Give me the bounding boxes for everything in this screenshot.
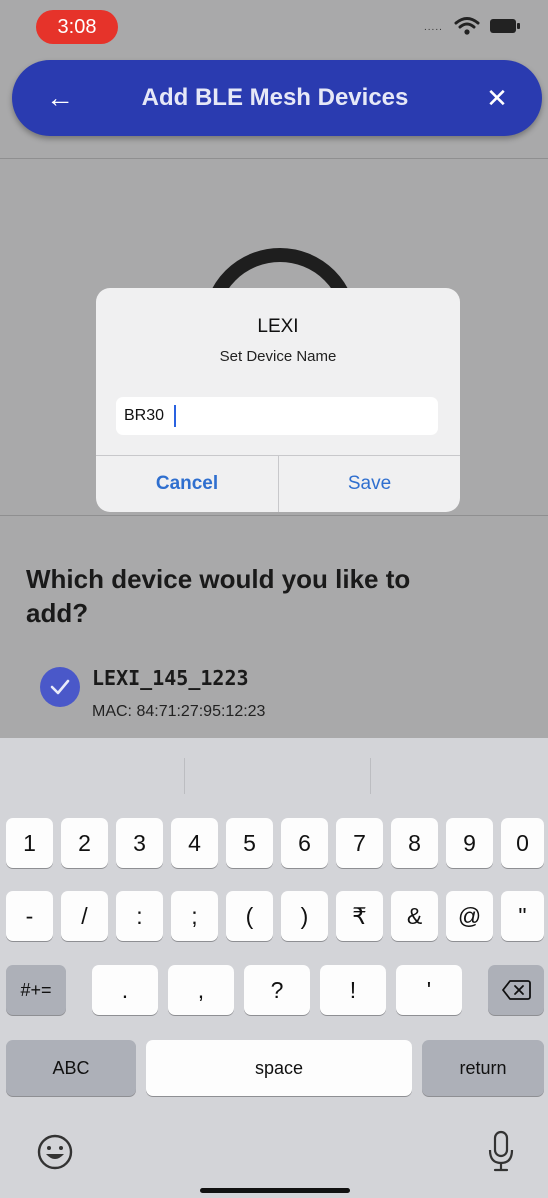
cancel-button[interactable]: Cancel bbox=[96, 456, 278, 512]
key[interactable]: 8 bbox=[391, 818, 438, 868]
key[interactable]: / bbox=[61, 891, 108, 941]
key[interactable]: . bbox=[92, 965, 158, 1015]
device-name[interactable]: LEXI_145_1223 bbox=[92, 664, 249, 692]
symbols-shift-key[interactable]: #+= bbox=[6, 965, 66, 1015]
key[interactable]: : bbox=[116, 891, 163, 941]
key[interactable]: ( bbox=[226, 891, 273, 941]
checkmark-icon bbox=[50, 679, 70, 695]
device-question-heading: Which device would you like to add? bbox=[26, 564, 411, 628]
dialog-title: LEXI bbox=[257, 316, 299, 337]
delete-key[interactable] bbox=[488, 965, 544, 1015]
key[interactable]: ! bbox=[320, 965, 386, 1015]
suggestion-divider bbox=[370, 758, 371, 794]
text-caret bbox=[174, 405, 176, 427]
device-name-input[interactable] bbox=[116, 397, 438, 435]
cellular-signal-icon: ..... bbox=[424, 22, 443, 33]
backspace-icon bbox=[502, 980, 531, 1000]
key[interactable]: ' bbox=[396, 965, 462, 1015]
back-arrow-icon[interactable]: ← bbox=[46, 84, 74, 112]
key[interactable]: 1 bbox=[6, 818, 53, 868]
key[interactable]: ₹ bbox=[336, 891, 383, 941]
key[interactable]: 6 bbox=[281, 818, 328, 868]
status-time: 3:08 bbox=[36, 10, 118, 44]
device-mac: MAC: 84:71:27:95:12:23 bbox=[92, 703, 266, 720]
battery-icon bbox=[490, 19, 520, 33]
return-key[interactable]: return bbox=[422, 1040, 544, 1096]
key[interactable]: , bbox=[168, 965, 234, 1015]
divider bbox=[0, 515, 548, 516]
home-indicator bbox=[200, 1188, 350, 1193]
microphone-icon[interactable] bbox=[486, 1130, 516, 1174]
key[interactable]: - bbox=[6, 891, 53, 941]
emoji-icon[interactable] bbox=[36, 1133, 74, 1171]
key[interactable]: " bbox=[501, 891, 544, 941]
divider bbox=[0, 158, 548, 159]
key[interactable]: 5 bbox=[226, 818, 273, 868]
key[interactable]: 0 bbox=[501, 818, 544, 868]
close-icon[interactable]: ✕ bbox=[482, 82, 512, 114]
device-name-input-value[interactable]: BR30 bbox=[124, 397, 164, 435]
key[interactable]: 2 bbox=[61, 818, 108, 868]
save-button[interactable]: Save bbox=[279, 456, 460, 512]
key[interactable]: @ bbox=[446, 891, 493, 941]
key[interactable]: 7 bbox=[336, 818, 383, 868]
key[interactable]: 3 bbox=[116, 818, 163, 868]
wifi-icon bbox=[454, 17, 480, 35]
space-key[interactable]: space bbox=[146, 1040, 412, 1096]
suggestion-divider bbox=[184, 758, 185, 794]
dialog-message: Set Device Name bbox=[219, 348, 337, 365]
page-title: Add BLE Mesh Devices bbox=[141, 84, 409, 111]
abc-key[interactable]: ABC bbox=[6, 1040, 136, 1096]
key[interactable]: ? bbox=[244, 965, 310, 1015]
key[interactable]: & bbox=[391, 891, 438, 941]
key[interactable]: 9 bbox=[446, 818, 493, 868]
key[interactable]: ) bbox=[281, 891, 328, 941]
key[interactable]: 4 bbox=[171, 818, 218, 868]
device-selected-checkbox[interactable] bbox=[40, 667, 80, 707]
key[interactable]: ; bbox=[171, 891, 218, 941]
